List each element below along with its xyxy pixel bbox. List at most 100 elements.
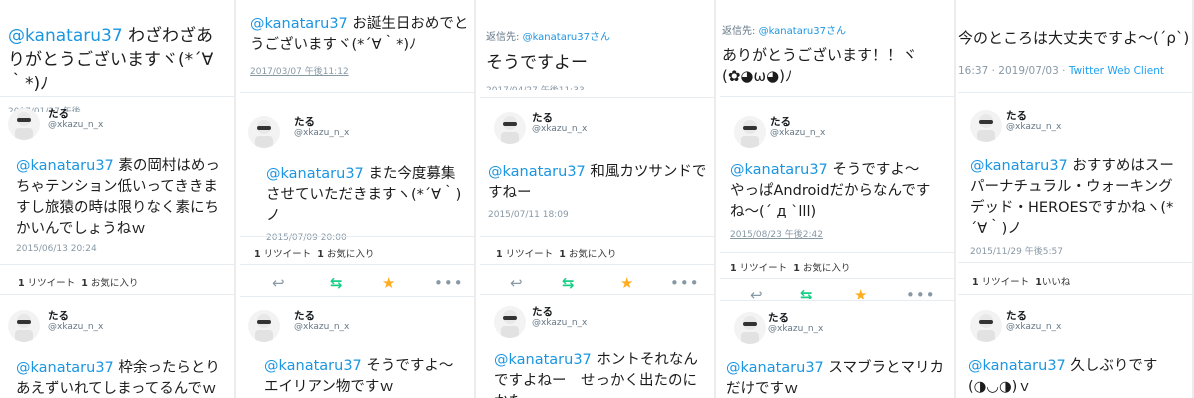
favorite-icon[interactable]: ★ — [382, 273, 395, 293]
mention-link[interactable]: @kanataru37 — [726, 360, 824, 376]
timestamp[interactable]: 2015/08/23 午後2:42 — [730, 227, 948, 240]
user-handle[interactable]: @xkazu_n_x — [532, 318, 587, 328]
display-name[interactable]: たる — [532, 304, 553, 319]
like-label[interactable]: お気に入り — [569, 249, 617, 260]
user-handle[interactable]: @xkazu_n_x — [48, 120, 103, 130]
retweet-label[interactable]: リツイート — [982, 277, 1030, 288]
timestamp[interactable]: 2017/04/27 午後11:33 — [486, 83, 710, 90]
mention-link[interactable]: @kanataru37 — [8, 26, 123, 46]
mention-link[interactable]: @kanataru37 — [968, 358, 1066, 374]
reply-icon[interactable]: ↩ — [510, 273, 523, 293]
like-label[interactable]: いいね — [1042, 277, 1071, 288]
mention-link[interactable]: @kanataru37 — [266, 166, 364, 182]
retweet-count: 1 — [972, 277, 979, 288]
retweet-label[interactable]: リツイート — [28, 278, 76, 289]
screenshot-column-3: 返信先: @kanataru37さん そうですよー 2017/04/27 午後1… — [480, 0, 716, 398]
retweet-count: 1 — [496, 249, 503, 260]
retweet-label[interactable]: リツイート — [506, 249, 554, 260]
like-label[interactable]: お気に入り — [803, 263, 851, 274]
retweet-label[interactable]: リツイート — [740, 263, 788, 274]
more-icon[interactable]: ••• — [434, 273, 464, 293]
reply-prefix: 返信先: — [722, 26, 759, 37]
tweet-header: たる @xkazu_n_x — [480, 104, 716, 150]
avatar[interactable] — [494, 306, 526, 338]
mention-link[interactable]: @kanataru37 — [16, 158, 114, 174]
divider — [720, 300, 956, 301]
user-handle[interactable]: @xkazu_n_x — [294, 322, 349, 332]
avatar[interactable] — [248, 310, 280, 342]
tweet-text: @kanataru37 お誕生日おめでとうございますヾ(*´∀｀*)ﾉ — [250, 14, 470, 56]
reply-icon[interactable]: ↩ — [272, 273, 285, 293]
display-name[interactable]: たる — [294, 308, 315, 323]
mention-link[interactable]: @kanataru37 — [494, 352, 592, 368]
divider — [958, 262, 1194, 263]
mention-link[interactable]: @kanataru37 — [264, 358, 362, 374]
user-handle[interactable]: @xkazu_n_x — [770, 128, 825, 138]
engagement-stats: 1 リツイート 1 お気に入り — [18, 275, 138, 289]
display-name[interactable]: たる — [48, 106, 69, 121]
display-name[interactable]: たる — [48, 308, 69, 323]
tweet-2: @kanataru37 ホントそれなんですよねー せっかく出たのにかた... — [494, 350, 708, 398]
avatar[interactable] — [734, 312, 766, 344]
avatar[interactable] — [8, 310, 40, 342]
more-icon[interactable]: ••• — [670, 273, 700, 293]
display-name[interactable]: たる — [532, 110, 553, 125]
divider — [480, 236, 716, 237]
avatar[interactable] — [734, 116, 766, 148]
tweet-text: @kanataru37 また今度募集させていただきますヽ(*´∀｀)ノ — [266, 164, 468, 227]
display-name[interactable]: たる — [294, 114, 315, 129]
retweet-label[interactable]: リツイート — [264, 249, 312, 260]
user-handle[interactable]: @xkazu_n_x — [532, 124, 587, 134]
mention-link[interactable]: @kanataru37 — [488, 164, 586, 180]
like-label[interactable]: お気に入り — [91, 278, 139, 289]
display-name[interactable]: たる — [1006, 108, 1027, 123]
display-name[interactable]: たる — [768, 310, 789, 325]
tweet-header: たる @xkazu_n_x — [958, 302, 1194, 348]
mention-link[interactable]: @kanataru37 — [16, 360, 114, 376]
mention-link[interactable]: @kanataru37 — [523, 32, 590, 43]
more-icon[interactable]: ••• — [906, 285, 936, 299]
timestamp[interactable]: 2017/03/07 午後11:12 — [250, 64, 470, 77]
engagement-stats: 1 リツイート 1 お気に入り — [730, 260, 850, 274]
top-tweet: @kanataru37 お誕生日おめでとうございますヾ(*´∀｀*)ﾉ 2017… — [250, 14, 470, 77]
display-name[interactable]: たる — [1006, 308, 1027, 323]
tweet-1: @kanataru37 おすすめはスーパーナチュラル・ウォーキングデッド・HER… — [970, 156, 1186, 257]
tweet-1: @kanataru37 素の岡村はめっちゃテンション低いってききますし旅猿の時は… — [16, 156, 228, 254]
timestamp[interactable]: 2015/06/13 20:24 — [16, 244, 228, 254]
top-tweet: 返信先: @kanataru37さん そうですよー 2017/04/27 午後1… — [486, 28, 710, 90]
timestamp[interactable]: 2015/07/11 18:09 — [488, 210, 708, 220]
tweet-text: ありがとうございます！！ヾ(✿◕ω◕)ﾉ — [722, 46, 918, 85]
user-handle[interactable]: @xkazu_n_x — [1006, 122, 1061, 132]
favorite-icon[interactable]: ★ — [854, 285, 867, 299]
avatar[interactable] — [970, 310, 1002, 342]
avatar[interactable] — [970, 110, 1002, 142]
user-handle[interactable]: @xkazu_n_x — [294, 128, 349, 138]
mention-link[interactable]: @kanataru37 — [759, 26, 826, 37]
favorite-icon[interactable]: ★ — [620, 273, 633, 293]
user-handle[interactable]: @xkazu_n_x — [48, 322, 103, 332]
retweet-icon[interactable]: ⇆ — [800, 285, 813, 299]
user-handle[interactable]: @xkazu_n_x — [1006, 322, 1061, 332]
tweet-actions: ↩ ⇆ ★ ••• — [480, 273, 716, 299]
retweet-count: 1 — [254, 249, 261, 260]
client-link[interactable]: Twitter Web Client — [1069, 65, 1164, 77]
timestamp[interactable]: 16:37 · 2019/07/03 · — [958, 65, 1069, 77]
timestamp[interactable]: 2015/07/09 20:00 — [266, 233, 468, 243]
tweet-header: たる @xkazu_n_x — [240, 302, 476, 348]
retweet-icon[interactable]: ⇆ — [562, 273, 575, 293]
reply-icon[interactable]: ↩ — [750, 285, 763, 299]
engagement-stats: 1 リツイート 1 お気に入り — [496, 246, 616, 260]
retweet-icon[interactable]: ⇆ — [330, 273, 343, 293]
like-count: 1 — [81, 278, 88, 289]
avatar[interactable] — [248, 116, 280, 148]
retweet-count: 1 — [18, 278, 25, 289]
mention-link[interactable]: @kanataru37 — [250, 16, 348, 32]
avatar[interactable] — [494, 112, 526, 144]
display-name[interactable]: たる — [770, 114, 791, 129]
avatar[interactable] — [8, 108, 40, 140]
mention-link[interactable]: @kanataru37 — [970, 158, 1068, 174]
timestamp[interactable]: 2015/11/29 午後5:57 — [970, 244, 1186, 257]
mention-link[interactable]: @kanataru37 — [730, 162, 828, 178]
like-label[interactable]: お気に入り — [327, 249, 375, 260]
user-handle[interactable]: @xkazu_n_x — [768, 324, 823, 334]
